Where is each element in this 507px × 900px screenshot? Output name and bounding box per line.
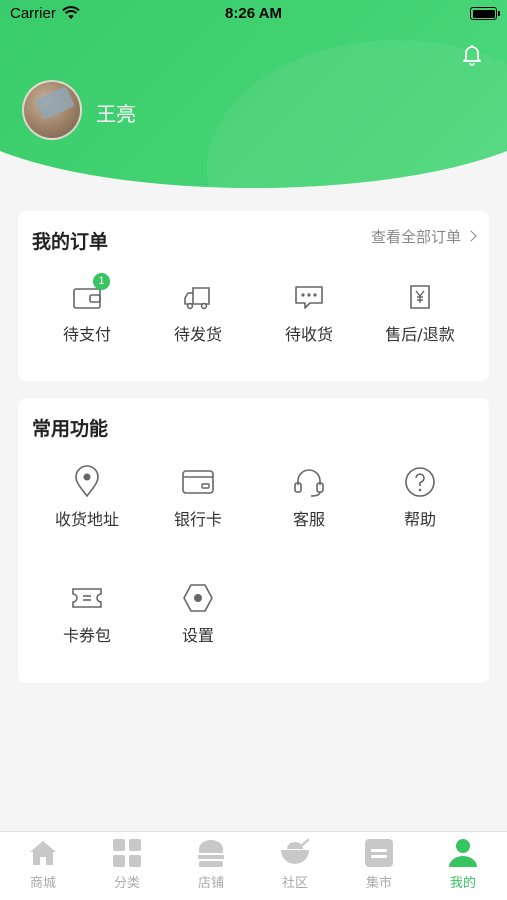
function-coupons[interactable]: 卡券包: [32, 581, 142, 646]
function-label: 收货地址: [54, 510, 119, 529]
bottom-tab-bar: 商城 分类 店铺 社区 集市 我的: [0, 831, 507, 900]
order-pending-payment[interactable]: 1 待支付: [32, 273, 142, 345]
function-address[interactable]: 收货地址: [32, 465, 142, 530]
pending-payment-badge: 1: [93, 273, 110, 290]
help-icon: [405, 467, 435, 497]
function-label: 银行卡: [173, 510, 222, 529]
notification-bell-icon[interactable]: [460, 42, 484, 66]
function-label: 卡券包: [62, 626, 111, 645]
function-bank-card[interactable]: 银行卡: [143, 465, 253, 530]
order-item-label: 售后/退款: [385, 325, 455, 344]
tab-label: 我的: [449, 876, 476, 891]
market-icon: [365, 839, 393, 867]
function-label: 客服: [292, 510, 325, 529]
function-label: 帮助: [403, 510, 436, 529]
tab-mall[interactable]: 商城: [13, 837, 73, 891]
settings-icon: [183, 584, 213, 612]
tab-label: 集市: [365, 876, 392, 891]
home-icon: [30, 841, 56, 865]
truck-icon: [184, 287, 210, 310]
order-after-sales[interactable]: 售后/退款: [365, 280, 475, 345]
chevron-right-icon: [465, 230, 477, 242]
refund-icon: [410, 285, 430, 309]
function-customer-service[interactable]: 客服: [254, 465, 364, 530]
order-item-label: 待支付: [62, 325, 111, 344]
battery-icon: [470, 7, 500, 20]
orders-card: 我的订单 查看全部订单 1 待支付 待发货 待收货 售后/退款: [18, 211, 489, 381]
tab-profile[interactable]: 我的: [433, 837, 493, 891]
function-help[interactable]: 帮助: [365, 465, 475, 530]
tab-label: 店铺: [197, 876, 224, 891]
order-pending-receipt[interactable]: 待收货: [254, 280, 364, 345]
function-label: 设置: [181, 626, 214, 645]
status-bar: Carrier 8:26 AM: [0, 0, 507, 28]
view-all-label: 查看全部订单: [370, 228, 461, 246]
tab-market[interactable]: 集市: [349, 837, 409, 891]
tab-label: 分类: [113, 876, 140, 891]
function-settings[interactable]: 设置: [143, 581, 253, 646]
tab-category[interactable]: 分类: [97, 837, 157, 891]
coupon-icon: [72, 588, 102, 608]
category-icon: [113, 839, 141, 867]
avatar[interactable]: [22, 80, 82, 140]
tab-community[interactable]: 社区: [265, 837, 325, 891]
order-item-label: 待收货: [284, 325, 333, 344]
profile-icon: [449, 839, 477, 867]
headset-icon: [294, 469, 324, 497]
orders-title: 我的订单: [32, 231, 109, 253]
order-item-label: 待发货: [173, 325, 222, 344]
bank-card-icon: [182, 470, 214, 494]
community-icon: [281, 838, 310, 864]
shop-icon: [198, 840, 224, 867]
functions-title: 常用功能: [32, 418, 109, 440]
tab-shop[interactable]: 店铺: [181, 837, 241, 891]
tab-label: 社区: [281, 876, 308, 891]
tab-label: 商城: [29, 876, 56, 891]
username: 王亮: [96, 102, 136, 126]
view-all-orders-link[interactable]: 查看全部订单: [370, 226, 477, 247]
functions-card: 常用功能 收货地址 银行卡 客服 帮助 卡券包 设置: [18, 398, 489, 683]
status-time: 8:26 AM: [225, 5, 282, 22]
order-pending-shipment[interactable]: 待发货: [143, 280, 253, 345]
location-icon: [75, 465, 99, 498]
chat-icon: [295, 286, 323, 309]
